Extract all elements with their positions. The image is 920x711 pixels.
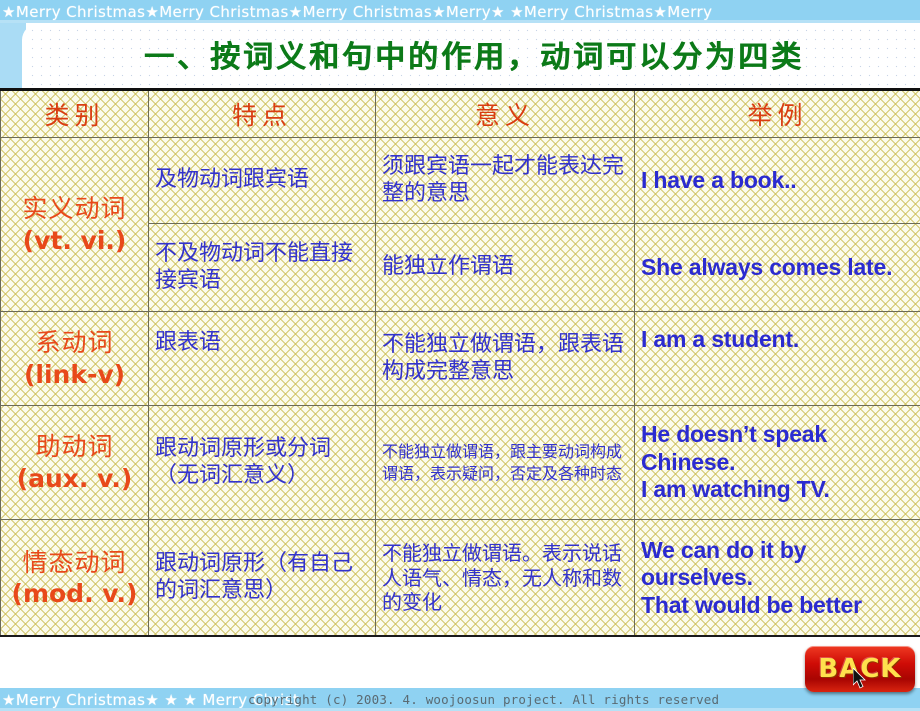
- category-en-label: (vt. vi.): [22, 225, 127, 255]
- column-header-meaning: 意义: [375, 88, 635, 138]
- top-ribbon-text: ★Merry Christmas★Merry Christmas★Merry C…: [2, 3, 713, 21]
- table-row: 助动词 (aux. v.) 跟动词原形或分词（无词汇意义） 不能独立做谓语，跟主…: [0, 405, 920, 520]
- example-cell: I have a book..: [634, 137, 920, 224]
- column-header-feature: 特点: [148, 88, 376, 138]
- back-button-label: BACK: [818, 654, 902, 684]
- category-cn-label: 助动词: [35, 432, 114, 461]
- top-christmas-ribbon: ★Merry Christmas★Merry Christmas★Merry C…: [0, 0, 920, 23]
- column-header-example: 举例: [634, 88, 920, 138]
- category-cell-auxiliary-verb: 助动词 (aux. v.): [0, 405, 149, 520]
- meaning-cell: 不能独立做谓语。表示说话人语气、情态，无人称和数的变化: [375, 519, 635, 637]
- category-cell-modal-verb: 情态动词 (mod. v.): [0, 519, 149, 637]
- example-cell: We can do it by ourselves. That would be…: [634, 519, 920, 637]
- feature-cell: 跟动词原形或分词（无词汇意义）: [148, 405, 376, 520]
- category-cell-link-verb: 系动词 (link-v): [0, 311, 149, 406]
- feature-cell: 跟表语: [148, 311, 376, 406]
- column-header-category: 类别: [0, 88, 149, 138]
- category-en-label: (link-v): [23, 359, 126, 389]
- category-cell-notional-verb: 实义动词 (vt. vi.): [0, 137, 149, 312]
- category-en-label: (aux. v.): [16, 463, 133, 493]
- example-cell: He doesn’t speak Chinese. I am watching …: [634, 405, 920, 520]
- category-cn-label: 系动词: [35, 328, 114, 357]
- example-cell: She always comes late.: [634, 223, 920, 312]
- feature-cell: 及物动词跟宾语: [148, 137, 376, 224]
- feature-cell: 不及物动词不能直接接宾语: [148, 223, 376, 312]
- meaning-cell: 能独立作谓语: [375, 223, 635, 312]
- back-button[interactable]: BACK: [805, 646, 915, 692]
- verb-classification-table-wrapper: 类别 特点 意义 举例 实义动词 (vt. vi.) 及物动词跟宾语 须跟宾语一…: [0, 88, 920, 637]
- footer-white-area: [0, 637, 920, 688]
- meaning-cell: 须跟宾语一起才能表达完整的意思: [375, 137, 635, 224]
- table-row: 系动词 (link-v) 跟表语 不能独立做谓语，跟表语构成完整意思 I am …: [0, 311, 920, 406]
- table-row: 情态动词 (mod. v.) 跟动词原形（有自己的词汇意思） 不能独立做谓语。表…: [0, 519, 920, 637]
- category-cn-label: 情态动词: [22, 547, 127, 577]
- category-cn-label: 实义动词: [22, 194, 127, 223]
- page-title: 一、按词义和句中的作用，动词可以分为四类: [144, 40, 804, 75]
- meaning-cell: 不能独立做谓语，跟主要动词构成谓语，表示疑问，否定及各种时态: [375, 405, 635, 520]
- meaning-cell: 不能独立做谓语，跟表语构成完整意思: [375, 311, 635, 406]
- table-row: 实义动词 (vt. vi.) 及物动词跟宾语 须跟宾语一起才能表达完整的意思 I…: [0, 137, 920, 312]
- category-en-label: (mod. v.): [11, 579, 138, 608]
- table-bottom-rule: [0, 635, 920, 637]
- title-band: 一、按词义和句中的作用，动词可以分为四类: [28, 26, 920, 86]
- example-cell: I am a student.: [634, 311, 920, 406]
- copyright-text: copyright (c) 2003. 4. woojoosun project…: [248, 692, 720, 707]
- slide-canvas: Merry Christmas ★Merry Christmas★Merry C…: [0, 0, 920, 711]
- table-header-row: 类别 特点 意义 举例: [0, 88, 920, 138]
- verb-classification-table: 类别 特点 意义 举例 实义动词 (vt. vi.) 及物动词跟宾语 须跟宾语一…: [0, 88, 920, 637]
- feature-cell: 跟动词原形（有自己的词汇意思）: [148, 519, 376, 637]
